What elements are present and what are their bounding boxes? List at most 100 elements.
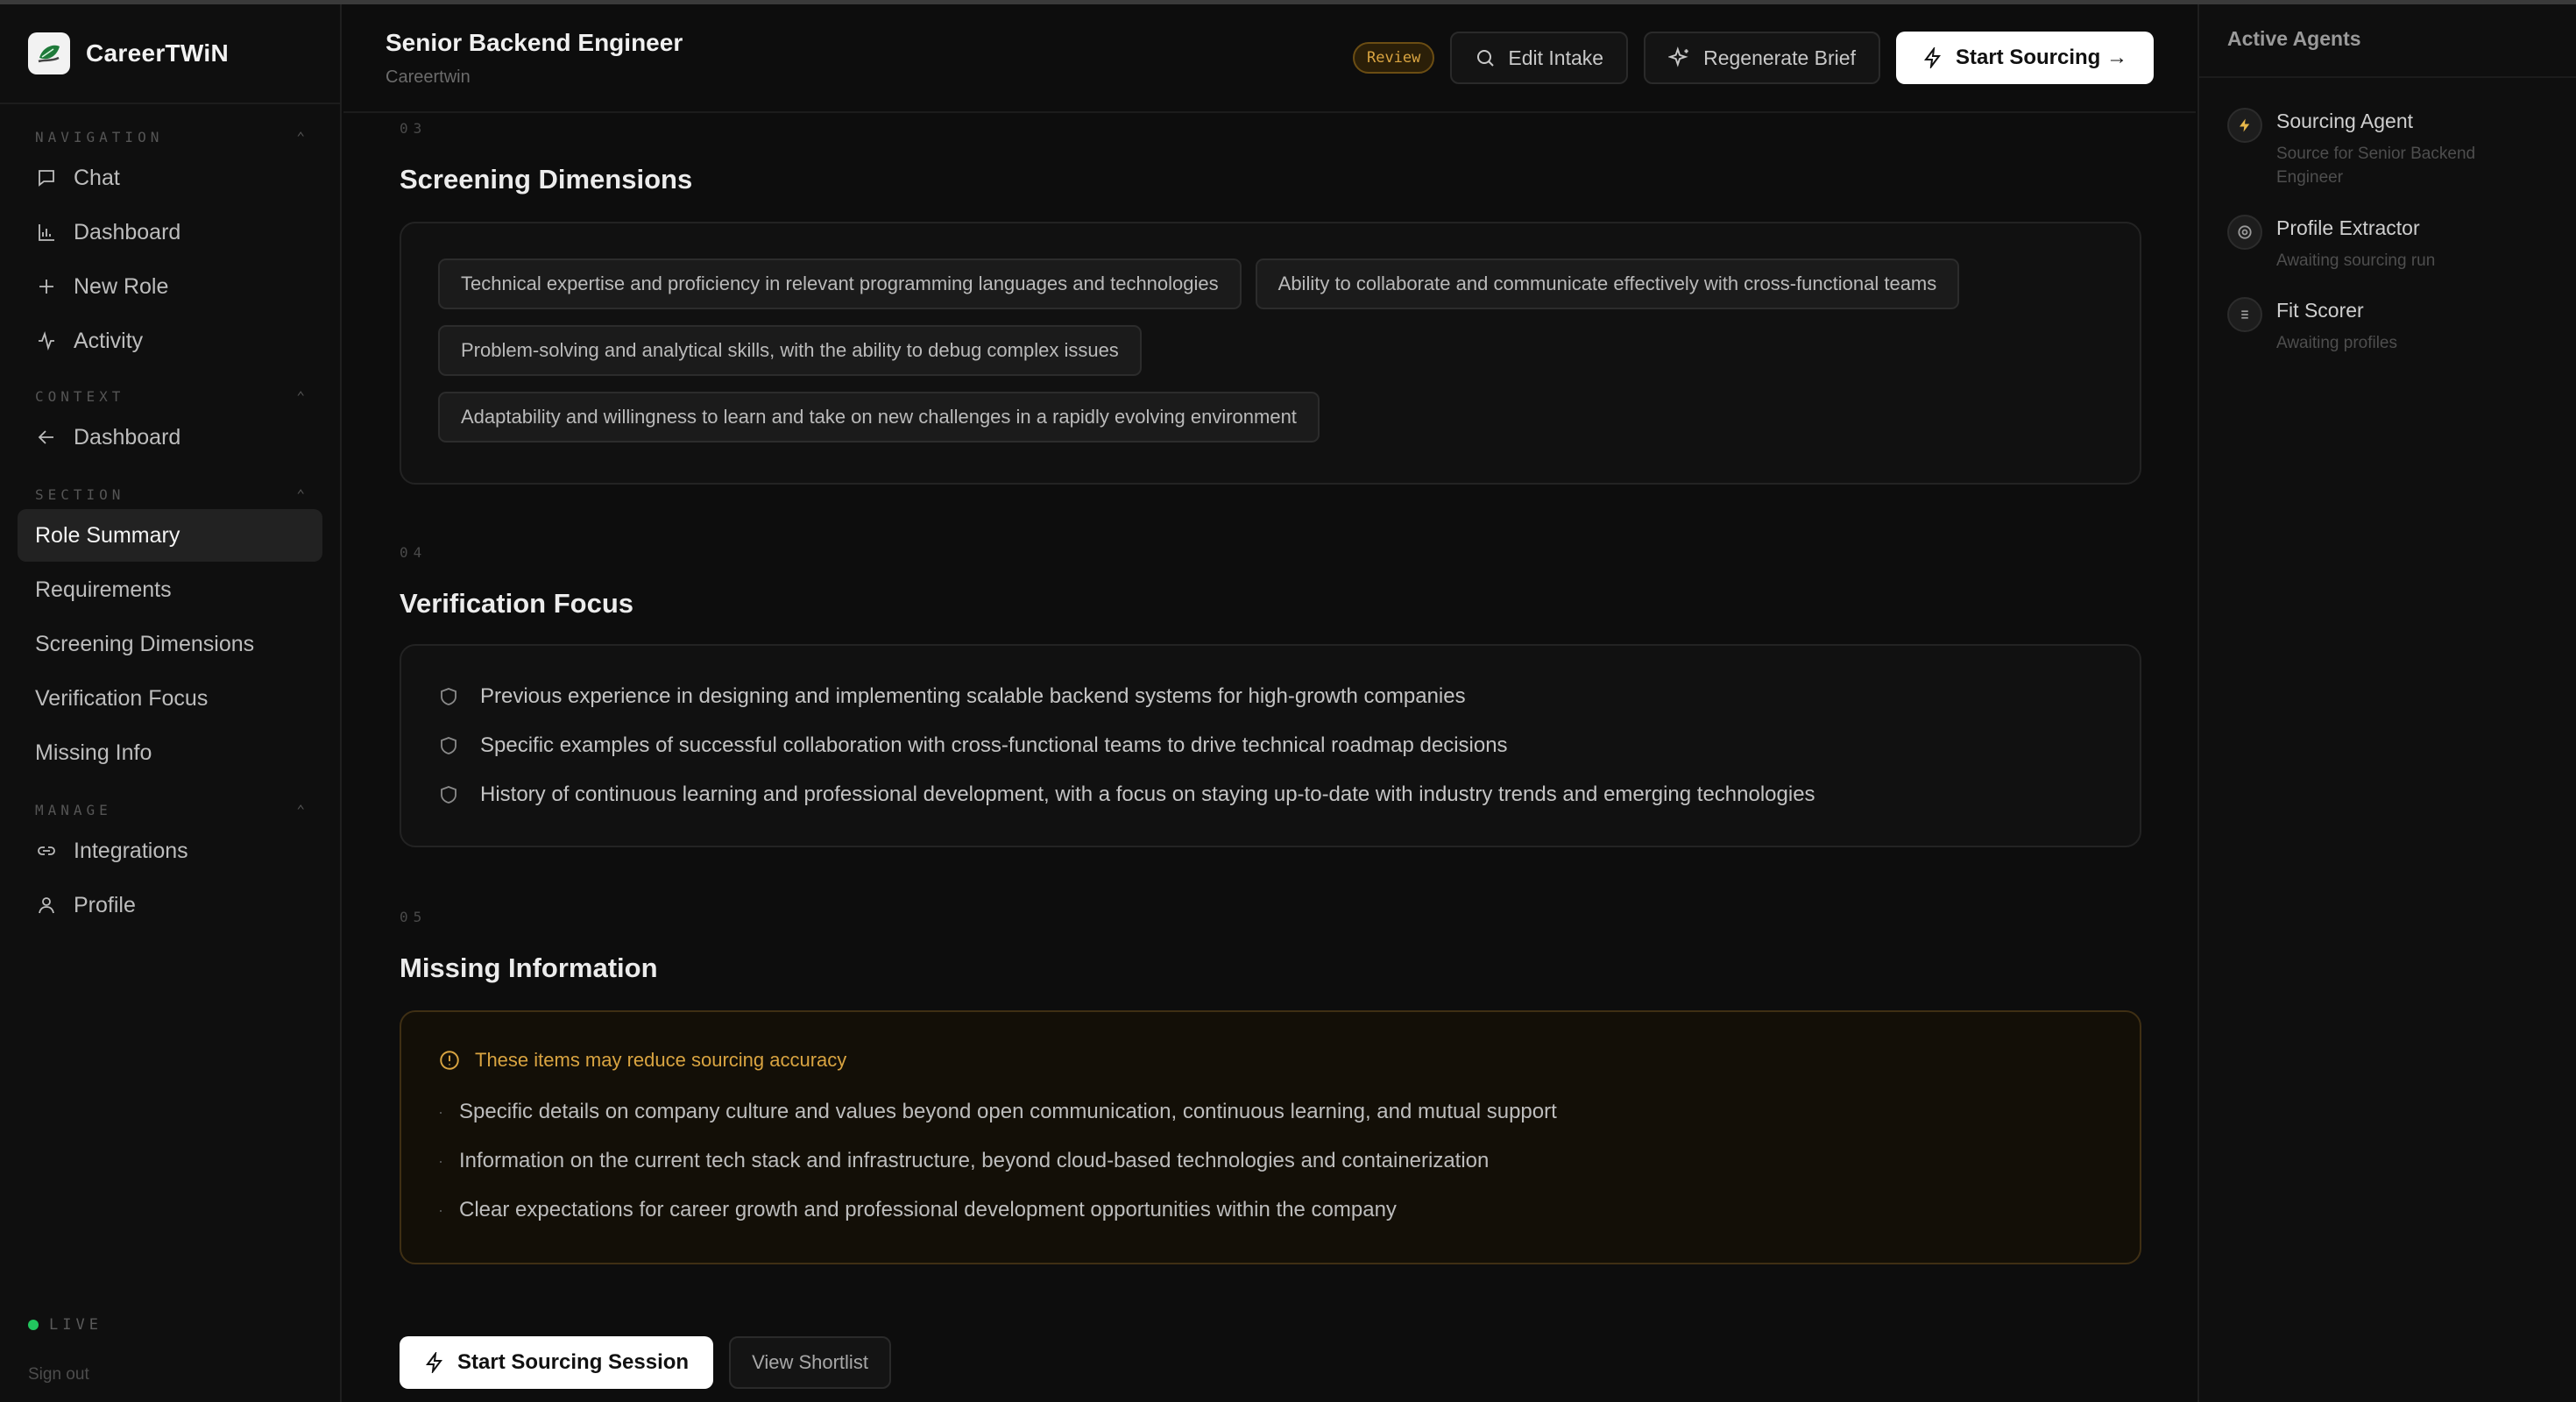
warning-text: These items may reduce sourcing accuracy <box>475 1049 847 1071</box>
nav-section-context[interactable]: CONTEXT ⌃ <box>0 383 340 409</box>
sidebar-item-integrations[interactable]: Integrations <box>18 825 322 877</box>
lightning-icon <box>1923 47 1941 68</box>
list-item: · Clear expectations for career growth a… <box>438 1186 2103 1235</box>
dimension-chip: Technical expertise and proficiency in r… <box>438 258 1242 309</box>
header-actions: Review Edit Intake Regenerate Brief Star… <box>1352 32 2154 84</box>
page-subtitle: Careertwin <box>386 67 471 87</box>
regenerate-brief-button[interactable]: Regenerate Brief <box>1644 32 1880 84</box>
page-title: Senior Backend Engineer <box>386 29 683 56</box>
user-icon <box>35 894 58 917</box>
list-item-text: Specific examples of successful collabor… <box>480 733 1508 757</box>
main-content: 03 Screening Dimensions Technical expert… <box>343 115 2196 1402</box>
section-label: MANAGE <box>35 801 112 818</box>
verification-focus-card: Previous experience in designing and imp… <box>400 644 2141 847</box>
start-sourcing-session-button[interactable]: Start Sourcing Session <box>400 1336 714 1389</box>
shield-icon <box>438 735 463 756</box>
list-item-text: Specific details on company culture and … <box>459 1100 1557 1123</box>
chat-icon <box>35 166 58 189</box>
sidebar-item-back-dashboard[interactable]: Dashboard <box>18 411 322 464</box>
list-item-text: History of continuous learning and profe… <box>480 782 1815 806</box>
bullet-icon: · <box>438 1102 443 1121</box>
list-item: · Specific details on company culture an… <box>438 1087 2103 1136</box>
button-label: Edit Intake <box>1508 46 1604 69</box>
sign-out-link[interactable]: Sign out <box>28 1365 103 1384</box>
sidebar-item-missing-info[interactable]: Missing Info <box>18 726 322 779</box>
brand[interactable]: CareerTWiN <box>0 4 340 104</box>
live-indicator: LIVE <box>28 1316 103 1334</box>
shield-icon <box>438 784 463 805</box>
bottom-actions: Start Sourcing Session View Shortlist <box>400 1336 891 1389</box>
search-icon <box>1477 50 1495 67</box>
shield-icon <box>438 686 463 707</box>
button-label: Start Sourcing Session <box>457 1350 690 1374</box>
agent-status: Source for Senior Backend Engineer <box>2276 145 2476 187</box>
agents-panel-title: Active Agents <box>2199 4 2576 78</box>
sidebar-item-new-role[interactable]: New Role <box>18 260 322 313</box>
sidebar-item-label: Profile <box>74 892 136 917</box>
lightning-icon <box>2227 108 2262 143</box>
sidebar-item-label: Verification Focus <box>35 685 209 711</box>
chevron-up-icon: ⌃ <box>296 128 305 145</box>
sidebar-item-label: Screening Dimensions <box>35 631 255 656</box>
section-label: CONTEXT <box>35 387 125 405</box>
section-number: 05 <box>400 909 428 925</box>
live-dot-icon <box>28 1320 39 1330</box>
sidebar-footer: LIVE Sign out <box>28 1316 103 1384</box>
list-item: History of continuous learning and profe… <box>438 770 2103 819</box>
page-header: Senior Backend Engineer Careertwin Revie… <box>343 4 2196 113</box>
agent-status: Awaiting sourcing run <box>2276 251 2436 270</box>
sidebar-item-label: Dashboard <box>74 219 181 244</box>
sidebar-item-label: Activity <box>74 328 144 353</box>
list-icon <box>2227 297 2262 332</box>
bullet-icon: · <box>438 1200 443 1219</box>
sidebar-item-dashboard[interactable]: Dashboard <box>18 206 322 258</box>
agent-profile-extractor[interactable]: Profile Extractor Awaiting sourcing run <box>2227 215 2539 273</box>
chevron-up-icon: ⌃ <box>296 801 305 818</box>
nav-section-navigation[interactable]: NAVIGATION ⌃ <box>0 124 340 150</box>
section-label: NAVIGATION <box>35 128 164 145</box>
active-agents-panel: Active Agents Sourcing Agent Source for … <box>2197 4 2576 1402</box>
section-label: SECTION <box>35 485 125 503</box>
nav-section-manage[interactable]: MANAGE ⌃ <box>0 797 340 823</box>
sidebar-item-label: Role Summary <box>35 522 180 548</box>
sidebar-item-label: Integrations <box>74 838 188 863</box>
section-number: 03 <box>400 120 428 137</box>
list-item-text: Previous experience in designing and imp… <box>480 684 1466 708</box>
sidebar-item-activity[interactable]: Activity <box>18 315 322 367</box>
section-title-missing: Missing Information <box>400 952 658 983</box>
section-number: 04 <box>400 544 428 561</box>
view-shortlist-button[interactable]: View Shortlist <box>729 1336 891 1389</box>
target-icon <box>2227 215 2262 250</box>
warning-banner: These items may reduce sourcing accuracy <box>401 1012 2140 1079</box>
sidebar-item-verification-focus[interactable]: Verification Focus <box>18 672 322 725</box>
sidebar-item-chat[interactable]: Chat <box>18 152 322 204</box>
list-item-text: Information on the current tech stack an… <box>459 1149 1490 1172</box>
sidebar-item-screening-dimensions[interactable]: Screening Dimensions <box>18 618 322 670</box>
leaf-logo-icon <box>28 32 70 74</box>
agent-name: Profile Extractor <box>2276 216 2420 239</box>
plus-icon <box>35 275 58 298</box>
sidebar-item-label: Dashboard <box>74 424 181 450</box>
start-sourcing-button[interactable]: Start Sourcing → <box>1895 32 2154 84</box>
chevron-up-icon: ⌃ <box>296 485 305 503</box>
dimension-chip: Ability to collaborate and communicate e… <box>1255 258 1960 309</box>
list-item-text: Clear expectations for career growth and… <box>459 1198 1397 1221</box>
alert-circle-icon <box>440 1051 459 1070</box>
list-item: Specific examples of successful collabor… <box>438 721 2103 770</box>
list-item: · Information on the current tech stack … <box>438 1136 2103 1186</box>
section-title-verification: Verification Focus <box>400 588 634 619</box>
sidebar: CareerTWiN NAVIGATION ⌃ Chat Dashboard N… <box>0 4 342 1402</box>
sidebar-item-profile[interactable]: Profile <box>18 879 322 931</box>
link-icon <box>35 839 58 862</box>
sidebar-item-requirements[interactable]: Requirements <box>18 563 322 616</box>
button-label: Regenerate Brief <box>1703 46 1856 69</box>
dimension-chip: Adaptability and willingness to learn an… <box>438 392 1320 443</box>
lightning-icon <box>426 1352 442 1373</box>
agent-sourcing[interactable]: Sourcing Agent Source for Senior Backend… <box>2227 108 2539 189</box>
edit-intake-button[interactable]: Edit Intake <box>1450 32 1629 84</box>
agent-fit-scorer[interactable]: Fit Scorer Awaiting profiles <box>2227 297 2539 355</box>
missing-information-card: These items may reduce sourcing accuracy… <box>400 1010 2141 1264</box>
nav-section-section[interactable]: SECTION ⌃ <box>0 481 340 507</box>
sidebar-item-role-summary[interactable]: Role Summary <box>18 509 322 562</box>
bullet-icon: · <box>438 1151 443 1170</box>
